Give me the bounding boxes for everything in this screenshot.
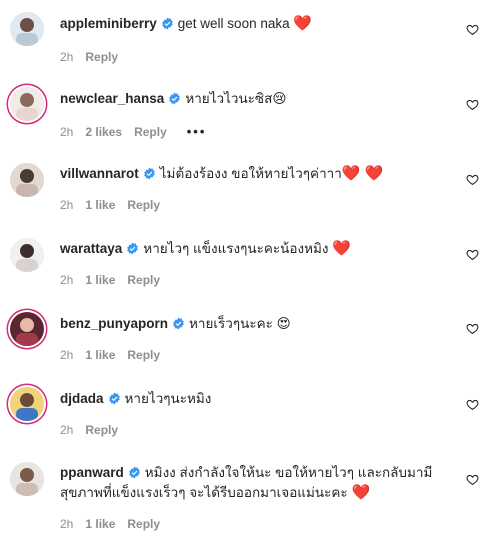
verified-badge-icon [173,317,184,330]
heart-emoji: ❤️ ❤️ [341,165,384,182]
heart-emoji: ❤️ [293,15,313,32]
like-button[interactable] [466,248,479,261]
comment-text: get well soon naka [177,16,290,31]
avatar[interactable] [10,387,44,421]
like-button[interactable] [466,173,479,186]
reply-button[interactable]: Reply [85,423,118,437]
like-button[interactable] [466,322,479,335]
like-button[interactable] [466,398,479,411]
username[interactable]: ppanward [60,465,124,480]
comment-text: ไม่ต้องร้องง ขอให้หายไวๆค่าาา [159,166,342,181]
reply-button[interactable]: Reply [127,517,160,531]
avatar[interactable] [10,12,44,46]
avatar[interactable] [10,462,44,496]
verified-badge-icon [161,17,173,30]
comment-time: 2h [60,273,74,287]
comment-time: 2h [60,423,74,437]
verified-badge-icon [127,242,139,255]
reply-button[interactable]: Reply [134,125,167,139]
heart-outline-icon [466,24,479,36]
heart-outline-icon [466,474,479,486]
avatar[interactable] [10,87,44,121]
more-options-button[interactable]: ••• [187,124,207,139]
username[interactable]: newclear_hansa [60,91,164,106]
username[interactable]: djdada [60,391,104,406]
heart-emoji: ❤️ [351,484,371,501]
heart-eyes-emoji: 😍 [276,316,291,331]
heart-emoji: ❤️ [332,240,351,257]
comment-text: หายไวไวนะซิส [185,91,273,106]
username[interactable]: appleminiberry [60,16,157,31]
verified-badge-icon [108,392,120,405]
like-count[interactable]: 1 like [85,198,115,212]
avatar[interactable] [10,238,44,272]
heart-outline-icon [466,399,479,411]
comment-text: หายไวๆ แข็งแรงๆนะคะน้องหมิง [143,241,329,256]
verified-badge-icon [143,167,155,180]
verified-badge-icon [128,466,140,479]
crying-emoji: 😢 [272,91,287,106]
verified-badge-icon [169,92,181,105]
heart-outline-icon [466,249,479,261]
like-count[interactable]: 2 likes [85,125,122,139]
comment-text: หายเร็วๆนะคะ [189,316,273,331]
comment-time: 2h [60,517,74,531]
avatar[interactable] [10,163,44,197]
reply-button[interactable]: Reply [127,348,160,362]
username[interactable]: villwannarot [60,166,139,181]
like-button[interactable] [466,98,479,111]
comment-text: หายไวๆนะหมิง [124,391,212,406]
username[interactable]: warattaya [60,241,122,256]
comment-time: 2h [60,198,74,212]
reply-button[interactable]: Reply [85,50,118,64]
reply-button[interactable]: Reply [127,273,160,287]
heart-outline-icon [466,174,479,186]
comment-time: 2h [60,348,74,362]
reply-button[interactable]: Reply [127,198,160,212]
heart-outline-icon [466,99,479,111]
like-count[interactable]: 1 like [85,273,115,287]
heart-outline-icon [466,323,479,335]
like-button[interactable] [466,23,479,36]
like-count[interactable]: 1 like [85,517,115,531]
username[interactable]: benz_punyaporn [60,316,168,331]
like-count[interactable]: 1 like [85,348,115,362]
avatar[interactable] [10,312,44,346]
like-button[interactable] [466,473,479,486]
comment-time: 2h [60,124,74,139]
comment-time: 2h [60,50,74,64]
